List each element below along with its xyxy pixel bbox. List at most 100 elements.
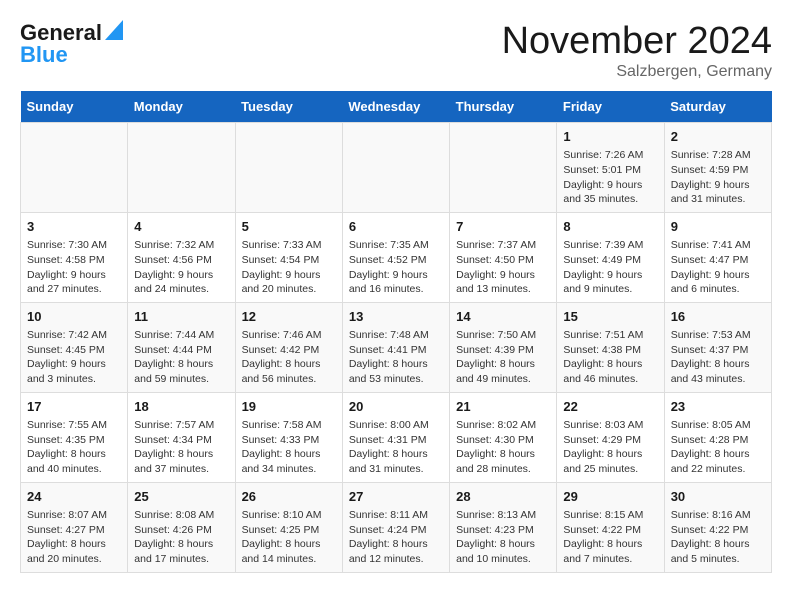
day-cell bbox=[342, 123, 449, 213]
header-sunday: Sunday bbox=[21, 91, 128, 123]
week-row-5: 24Sunrise: 8:07 AM Sunset: 4:27 PM Dayli… bbox=[21, 482, 772, 572]
day-info: Sunrise: 8:13 AM Sunset: 4:23 PM Dayligh… bbox=[456, 508, 550, 567]
day-info: Sunrise: 8:02 AM Sunset: 4:30 PM Dayligh… bbox=[456, 418, 550, 477]
day-cell: 11 Sunrise: 7:44 AM Sunset: 4:44 PM Dayli… bbox=[128, 302, 235, 392]
day-cell: 26 Sunrise: 8:10 AM Sunset: 4:25 PM Dayli… bbox=[235, 482, 342, 572]
day-cell: 23 Sunrise: 8:05 AM Sunset: 4:28 PM Dayli… bbox=[664, 392, 771, 482]
day-cell: 18 Sunrise: 7:57 AM Sunset: 4:34 PM Dayli… bbox=[128, 392, 235, 482]
week-row-1: 1Sunrise: 7:26 AM Sunset: 5:01 PM Daylig… bbox=[21, 123, 772, 213]
day-number: 22 bbox=[563, 398, 657, 416]
month-title: November 2024 bbox=[502, 20, 772, 63]
day-info: Sunrise: 7:42 AM Sunset: 4:45 PM Dayligh… bbox=[27, 328, 121, 387]
page-header: General Blue November 2024 Salzbergen, G… bbox=[20, 20, 772, 81]
day-cell: 27 Sunrise: 8:11 AM Sunset: 4:24 PM Dayli… bbox=[342, 482, 449, 572]
day-number: 25 bbox=[134, 488, 228, 506]
day-number: 17 bbox=[27, 398, 121, 416]
week-row-3: 10 Sunrise: 7:42 AM Sunset: 4:45 PM Dayli… bbox=[21, 302, 772, 392]
header-saturday: Saturday bbox=[664, 91, 771, 123]
day-cell bbox=[21, 123, 128, 213]
day-number: 24 bbox=[27, 488, 121, 506]
day-cell: 12 Sunrise: 7:46 AM Sunset: 4:42 PM Dayli… bbox=[235, 302, 342, 392]
week-row-2: 3 Sunrise: 7:30 AM Sunset: 4:58 PM Daylig… bbox=[21, 212, 772, 302]
day-info: Sunrise: 7:33 AM Sunset: 4:54 PM Dayligh… bbox=[242, 238, 336, 297]
day-number: 16 bbox=[671, 308, 765, 326]
day-cell: 2Sunrise: 7:28 AM Sunset: 4:59 PM Daylig… bbox=[664, 123, 771, 213]
day-cell: 7 Sunrise: 7:37 AM Sunset: 4:50 PM Daylig… bbox=[450, 212, 557, 302]
day-number: 14 bbox=[456, 308, 550, 326]
day-cell: 17Sunrise: 7:55 AM Sunset: 4:35 PM Dayli… bbox=[21, 392, 128, 482]
day-info: Sunrise: 7:44 AM Sunset: 4:44 PM Dayligh… bbox=[134, 328, 228, 387]
day-number: 5 bbox=[242, 218, 336, 236]
day-number: 27 bbox=[349, 488, 443, 506]
day-cell: 13 Sunrise: 7:48 AM Sunset: 4:41 PM Dayli… bbox=[342, 302, 449, 392]
day-info: Sunrise: 8:00 AM Sunset: 4:31 PM Dayligh… bbox=[349, 418, 443, 477]
day-number: 18 bbox=[134, 398, 228, 416]
header-wednesday: Wednesday bbox=[342, 91, 449, 123]
day-number: 19 bbox=[242, 398, 336, 416]
day-number: 21 bbox=[456, 398, 550, 416]
day-cell bbox=[450, 123, 557, 213]
day-info: Sunrise: 7:32 AM Sunset: 4:56 PM Dayligh… bbox=[134, 238, 228, 297]
day-info: Sunrise: 8:16 AM Sunset: 4:22 PM Dayligh… bbox=[671, 508, 765, 567]
day-number: 6 bbox=[349, 218, 443, 236]
day-cell: 28 Sunrise: 8:13 AM Sunset: 4:23 PM Dayli… bbox=[450, 482, 557, 572]
day-info: Sunrise: 8:10 AM Sunset: 4:25 PM Dayligh… bbox=[242, 508, 336, 567]
logo: General Blue bbox=[20, 20, 123, 68]
day-info: Sunrise: 8:11 AM Sunset: 4:24 PM Dayligh… bbox=[349, 508, 443, 567]
day-cell: 8 Sunrise: 7:39 AM Sunset: 4:49 PM Daylig… bbox=[557, 212, 664, 302]
logo-bird-icon bbox=[105, 20, 123, 40]
day-cell: 25 Sunrise: 8:08 AM Sunset: 4:26 PM Dayli… bbox=[128, 482, 235, 572]
day-cell: 5 Sunrise: 7:33 AM Sunset: 4:54 PM Daylig… bbox=[235, 212, 342, 302]
day-cell: 1Sunrise: 7:26 AM Sunset: 5:01 PM Daylig… bbox=[557, 123, 664, 213]
calendar-table: SundayMondayTuesdayWednesdayThursdayFrid… bbox=[20, 91, 772, 573]
day-cell: 6Sunrise: 7:35 AM Sunset: 4:52 PM Daylig… bbox=[342, 212, 449, 302]
day-cell: 16Sunrise: 7:53 AM Sunset: 4:37 PM Dayli… bbox=[664, 302, 771, 392]
day-cell: 24Sunrise: 8:07 AM Sunset: 4:27 PM Dayli… bbox=[21, 482, 128, 572]
day-number: 1 bbox=[563, 128, 657, 146]
day-number: 13 bbox=[349, 308, 443, 326]
day-number: 10 bbox=[27, 308, 121, 326]
day-info: Sunrise: 7:46 AM Sunset: 4:42 PM Dayligh… bbox=[242, 328, 336, 387]
header-friday: Friday bbox=[557, 91, 664, 123]
header-tuesday: Tuesday bbox=[235, 91, 342, 123]
day-info: Sunrise: 7:51 AM Sunset: 4:38 PM Dayligh… bbox=[563, 328, 657, 387]
day-number: 11 bbox=[134, 308, 228, 326]
day-number: 28 bbox=[456, 488, 550, 506]
day-cell: 9 Sunrise: 7:41 AM Sunset: 4:47 PM Daylig… bbox=[664, 212, 771, 302]
day-info: Sunrise: 7:37 AM Sunset: 4:50 PM Dayligh… bbox=[456, 238, 550, 297]
day-info: Sunrise: 7:30 AM Sunset: 4:58 PM Dayligh… bbox=[27, 238, 121, 297]
day-info: Sunrise: 8:05 AM Sunset: 4:28 PM Dayligh… bbox=[671, 418, 765, 477]
day-info: Sunrise: 7:39 AM Sunset: 4:49 PM Dayligh… bbox=[563, 238, 657, 297]
day-cell: 21 Sunrise: 8:02 AM Sunset: 4:30 PM Dayli… bbox=[450, 392, 557, 482]
day-number: 7 bbox=[456, 218, 550, 236]
day-cell: 4 Sunrise: 7:32 AM Sunset: 4:56 PM Daylig… bbox=[128, 212, 235, 302]
day-cell: 14 Sunrise: 7:50 AM Sunset: 4:39 PM Dayli… bbox=[450, 302, 557, 392]
day-number: 23 bbox=[671, 398, 765, 416]
day-number: 20 bbox=[349, 398, 443, 416]
day-cell: 10 Sunrise: 7:42 AM Sunset: 4:45 PM Dayli… bbox=[21, 302, 128, 392]
header-monday: Monday bbox=[128, 91, 235, 123]
day-info: Sunrise: 7:50 AM Sunset: 4:39 PM Dayligh… bbox=[456, 328, 550, 387]
day-info: Sunrise: 8:03 AM Sunset: 4:29 PM Dayligh… bbox=[563, 418, 657, 477]
day-number: 4 bbox=[134, 218, 228, 236]
day-cell bbox=[128, 123, 235, 213]
day-number: 12 bbox=[242, 308, 336, 326]
day-number: 26 bbox=[242, 488, 336, 506]
day-cell: 19 Sunrise: 7:58 AM Sunset: 4:33 PM Dayli… bbox=[235, 392, 342, 482]
day-cell bbox=[235, 123, 342, 213]
day-number: 3 bbox=[27, 218, 121, 236]
day-info: Sunrise: 7:57 AM Sunset: 4:34 PM Dayligh… bbox=[134, 418, 228, 477]
day-info: Sunrise: 7:58 AM Sunset: 4:33 PM Dayligh… bbox=[242, 418, 336, 477]
logo-blue: Blue bbox=[20, 42, 68, 68]
day-info: Sunrise: 7:41 AM Sunset: 4:47 PM Dayligh… bbox=[671, 238, 765, 297]
day-number: 15 bbox=[563, 308, 657, 326]
day-number: 8 bbox=[563, 218, 657, 236]
day-info: Sunrise: 8:08 AM Sunset: 4:26 PM Dayligh… bbox=[134, 508, 228, 567]
day-number: 9 bbox=[671, 218, 765, 236]
day-number: 30 bbox=[671, 488, 765, 506]
day-cell: 22 Sunrise: 8:03 AM Sunset: 4:29 PM Dayli… bbox=[557, 392, 664, 482]
day-number: 2 bbox=[671, 128, 765, 146]
day-cell: 15 Sunrise: 7:51 AM Sunset: 4:38 PM Dayli… bbox=[557, 302, 664, 392]
day-cell: 30 Sunrise: 8:16 AM Sunset: 4:22 PM Dayli… bbox=[664, 482, 771, 572]
day-info: Sunrise: 7:48 AM Sunset: 4:41 PM Dayligh… bbox=[349, 328, 443, 387]
